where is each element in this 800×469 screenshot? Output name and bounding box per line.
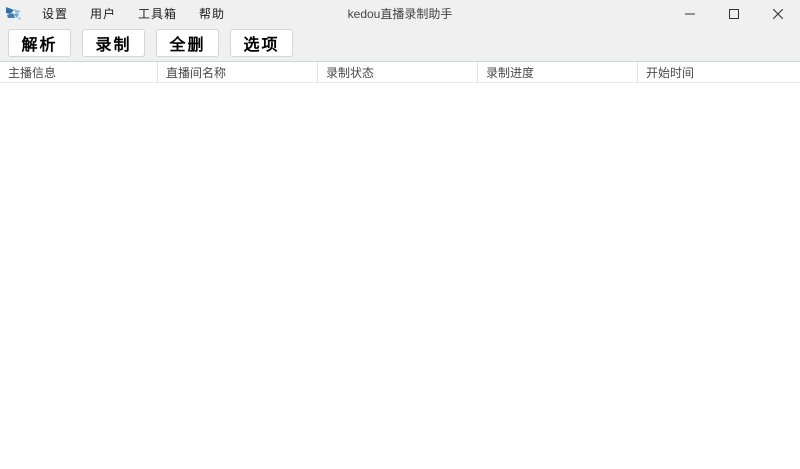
- record-button[interactable]: 录制: [82, 29, 145, 57]
- table-body-empty: [0, 83, 800, 469]
- parse-button[interactable]: 解析: [8, 29, 71, 57]
- maximize-icon: [729, 8, 739, 19]
- toolbar: 解析 录制 全删 选项: [0, 27, 800, 62]
- menu-user[interactable]: 用户: [79, 0, 127, 27]
- app-window: 设置 用户 工具箱 帮助 kedou直播录制助手 解析 录制 全删 选项 主播信…: [0, 0, 800, 469]
- column-header-streamer-info[interactable]: 主播信息: [0, 62, 157, 82]
- minimize-icon: [685, 13, 695, 14]
- minimize-button[interactable]: [668, 0, 712, 27]
- table-header-row: 主播信息 直播间名称 录制状态 录制进度 开始时间: [0, 62, 800, 83]
- delete-all-button[interactable]: 全删: [156, 29, 219, 57]
- column-header-record-progress[interactable]: 录制进度: [477, 62, 637, 82]
- menu-help[interactable]: 帮助: [188, 0, 236, 27]
- column-header-start-time[interactable]: 开始时间: [637, 62, 800, 82]
- stream-table: 主播信息 直播间名称 录制状态 录制进度 开始时间: [0, 62, 800, 469]
- app-logo-icon: [5, 5, 23, 23]
- close-icon: [773, 8, 783, 19]
- maximize-button[interactable]: [712, 0, 756, 27]
- options-button[interactable]: 选项: [230, 29, 293, 57]
- menubar: 设置 用户 工具箱 帮助: [31, 0, 236, 27]
- close-button[interactable]: [756, 0, 800, 27]
- titlebar: 设置 用户 工具箱 帮助 kedou直播录制助手: [0, 0, 800, 27]
- menu-toolbox[interactable]: 工具箱: [127, 0, 188, 27]
- caption-buttons: [668, 0, 800, 27]
- column-header-record-status[interactable]: 录制状态: [317, 62, 477, 82]
- menu-settings[interactable]: 设置: [31, 0, 79, 27]
- column-header-room-name[interactable]: 直播间名称: [157, 62, 317, 82]
